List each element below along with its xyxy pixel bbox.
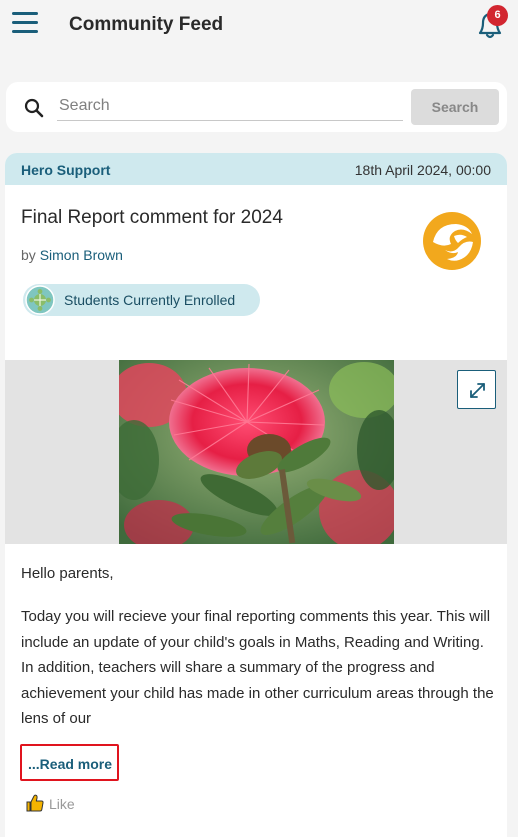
search-button[interactable]: Search	[411, 89, 499, 125]
author-line: by Simon Brown	[21, 247, 123, 263]
post-category: Hero Support	[21, 162, 111, 178]
like-label: Like	[49, 796, 75, 812]
notification-badge: 6	[487, 5, 508, 26]
read-more-link[interactable]: ...Read more	[20, 744, 119, 781]
page-title: Community Feed	[69, 14, 224, 35]
post-media	[5, 360, 507, 550]
audience-label: Students Currently Enrolled	[64, 292, 236, 308]
post-date: 18th April 2024, 00:00	[354, 162, 491, 178]
post-greeting: Hello parents,	[21, 565, 114, 582]
school-logo	[423, 212, 481, 270]
like-button[interactable]: Like	[25, 793, 85, 813]
post-image[interactable]	[109, 360, 401, 550]
audience-tag: Students Currently Enrolled	[23, 284, 260, 316]
search-input[interactable]	[57, 92, 403, 121]
app-header: Community Feed 6	[0, 0, 518, 54]
expand-icon	[470, 383, 485, 398]
expand-button[interactable]	[457, 370, 496, 409]
thumbs-up-icon	[25, 793, 45, 813]
group-icon	[25, 285, 55, 315]
post-meta-bar: Hero Support 18th April 2024, 00:00	[5, 153, 507, 185]
author-prefix: by	[21, 247, 36, 263]
search-bar: Search	[6, 82, 507, 132]
hamburger-icon[interactable]	[12, 12, 38, 34]
post-body: Today you will recieve your final report…	[21, 608, 494, 727]
post-card: Hero Support 18th April 2024, 00:00 Fina…	[5, 153, 507, 837]
author-name: Simon Brown	[39, 247, 123, 263]
post-title: Final Report comment for 2024	[21, 207, 283, 228]
search-icon	[24, 98, 44, 118]
